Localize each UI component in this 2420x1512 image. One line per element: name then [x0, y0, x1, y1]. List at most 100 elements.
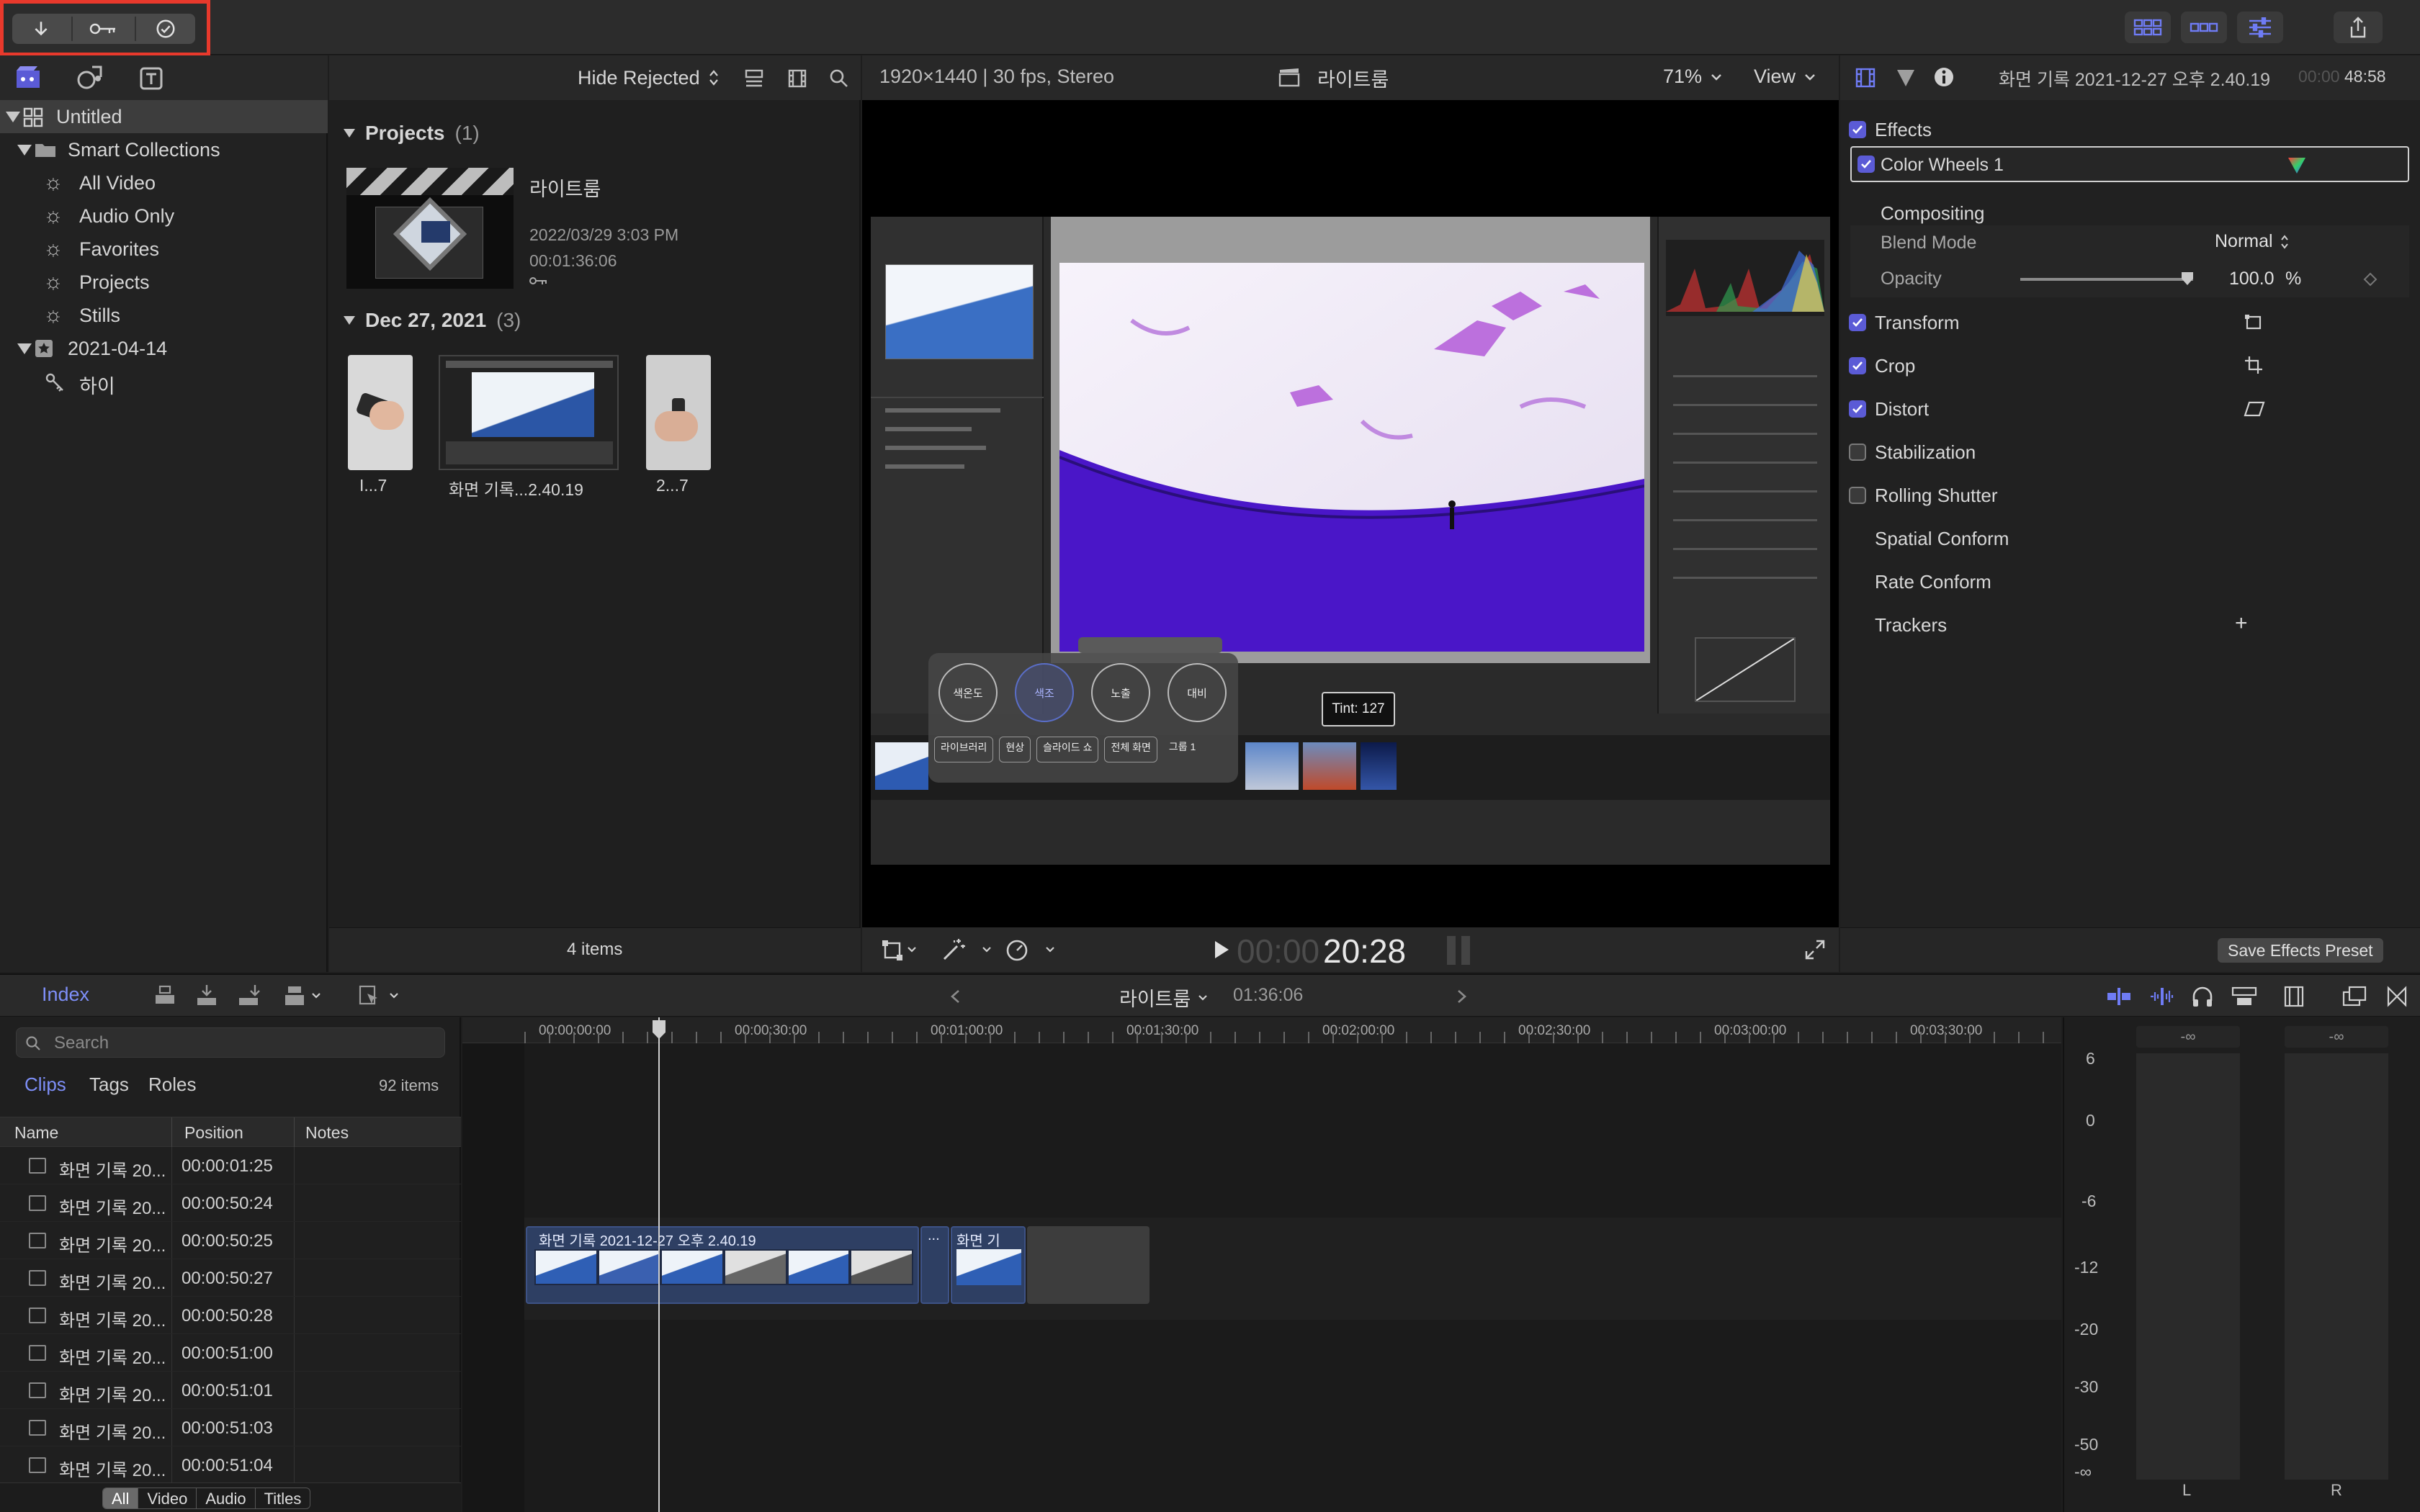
sidebar-item-favorites[interactable]: ☼ Favorites	[0, 233, 328, 266]
timeline-clip[interactable]: 화면 기록...	[951, 1226, 1026, 1304]
add-tracker-button[interactable]: +	[2235, 611, 2248, 636]
column-header-notes[interactable]: Notes	[305, 1123, 349, 1143]
inspector-toggle-icon[interactable]	[2237, 12, 2283, 43]
crop-onscreen-icon[interactable]	[2244, 355, 2264, 375]
clip-appearance-icon[interactable]	[744, 68, 764, 89]
overlay-tab[interactable]: 슬라이드 쇼	[1036, 737, 1099, 762]
connect-clip-icon[interactable]	[153, 984, 177, 1008]
timeline[interactable]: 00:00:00:00 00:00:30:00 00:01:00:00 00:0…	[462, 1017, 2061, 1512]
rolling-shutter-checkbox[interactable]	[1849, 487, 1866, 504]
titles-generators-tab-icon[interactable]	[137, 64, 166, 91]
overlay-button[interactable]: 노출	[1091, 663, 1150, 722]
table-row[interactable]: 화면 기록 20... 00:00:50:28	[0, 1297, 461, 1334]
photos-audio-tab-icon[interactable]	[76, 64, 104, 91]
sidebar-item-keyword[interactable]: 하이	[0, 365, 328, 398]
clip-thumbnail[interactable]	[439, 355, 619, 470]
spatial-conform-row[interactable]: Spatial Conform	[1840, 518, 2388, 561]
video-inspector-icon[interactable]	[1855, 67, 1876, 89]
timeline-clip[interactable]: 화면 기록 2021-12-27 오후 2.40.19	[526, 1226, 919, 1304]
retime-speedometer-icon[interactable]	[1005, 937, 1029, 962]
distort-checkbox[interactable]	[1849, 400, 1866, 418]
overlay-button[interactable]: 색온도	[938, 663, 998, 722]
back-chevron-icon[interactable]	[949, 989, 961, 1004]
download-arrow-icon[interactable]	[12, 14, 70, 44]
column-header-name[interactable]: Name	[14, 1123, 58, 1143]
table-row[interactable]: 화면 기록 20... 00:00:50:24	[0, 1184, 461, 1222]
trackers-row[interactable]: Trackers +	[1840, 604, 2388, 647]
index-tab[interactable]: Index	[42, 984, 89, 1006]
distort-onscreen-icon[interactable]	[2244, 400, 2265, 418]
transform-onscreen-icon[interactable]	[2244, 313, 2264, 332]
effects-row[interactable]: Effects	[1840, 109, 2388, 152]
table-row[interactable]: 화면 기록 20... 00:00:01:25	[0, 1147, 461, 1184]
clip-thumbnail[interactable]	[646, 355, 711, 470]
opacity-slider-knob[interactable]	[2182, 272, 2193, 285]
library-row[interactable]: Untitled	[0, 100, 328, 133]
sidebar-item-projects[interactable]: ☼ Projects	[0, 266, 328, 299]
chevron-down-icon[interactable]	[1045, 946, 1055, 953]
playhead[interactable]	[658, 1017, 660, 1512]
filter-popup[interactable]: Hide Rejected	[578, 66, 719, 90]
timeline-clip[interactable]: ...	[920, 1226, 949, 1304]
project-popup[interactable]: 라이트룸	[1119, 984, 1208, 1012]
chevron-down-icon[interactable]	[311, 992, 321, 999]
overlay-tab[interactable]: 그룹 1	[1163, 737, 1201, 762]
overlay-tab[interactable]: 전체 화면	[1104, 737, 1157, 762]
filter-all[interactable]: All	[103, 1488, 138, 1508]
transform-row[interactable]: Transform	[1840, 302, 2388, 345]
sidebar-item-audio-only[interactable]: ☼ Audio Only	[0, 199, 328, 233]
overwrite-clip-icon[interactable]	[282, 984, 307, 1008]
color-wheels-row[interactable]: Color Wheels 1	[1850, 146, 2409, 182]
table-row[interactable]: 화면 기록 20... 00:00:51:03	[0, 1409, 461, 1446]
browser-toggle-icon[interactable]	[2125, 12, 2171, 43]
zoom-popup[interactable]: 71%	[1663, 66, 1722, 88]
audio-skimming-icon[interactable]	[2149, 986, 2175, 1007]
event-section-header[interactable]: Dec 27, 2021 (3)	[344, 309, 521, 332]
forward-chevron-icon[interactable]	[1456, 989, 1468, 1004]
overlay-button[interactable]: 대비	[1168, 663, 1227, 722]
sidebar-item-event[interactable]: 2021-04-14	[0, 332, 328, 365]
column-header-position[interactable]: Position	[184, 1123, 243, 1143]
play-icon[interactable]	[1212, 939, 1231, 960]
chevron-down-icon[interactable]	[982, 946, 992, 953]
table-row[interactable]: 화면 기록 20... 00:00:51:01	[0, 1372, 461, 1409]
filter-titles[interactable]: Titles	[254, 1488, 310, 1508]
tab-tags[interactable]: Tags	[89, 1074, 129, 1096]
info-icon[interactable]	[1932, 66, 1955, 89]
sidebar-item-smart-collections[interactable]: Smart Collections	[0, 133, 328, 166]
filter-audio[interactable]: Audio	[196, 1488, 254, 1508]
projects-section-header[interactable]: Projects (1)	[344, 122, 480, 145]
stabilization-checkbox[interactable]	[1849, 444, 1866, 461]
filmstrip-icon[interactable]	[2283, 985, 2305, 1008]
overlay-tab[interactable]: 현상	[999, 737, 1031, 762]
crop-row[interactable]: Crop	[1840, 345, 2388, 388]
filmstrip-icon[interactable]	[787, 68, 807, 89]
transitions-browser-icon[interactable]	[2385, 985, 2408, 1008]
color-inspector-icon[interactable]	[1895, 67, 1917, 89]
search-icon[interactable]	[829, 68, 849, 89]
sidebar-item-stills[interactable]: ☼ Stills	[0, 299, 328, 332]
chevron-down-icon[interactable]	[389, 992, 399, 999]
color-wheels-checkbox[interactable]	[1857, 156, 1875, 173]
timeline-ruler[interactable]: 00:00:00:00 00:00:30:00 00:01:00:00 00:0…	[462, 1017, 2061, 1043]
color-triangle-icon[interactable]	[2287, 155, 2307, 175]
key-icon[interactable]	[73, 14, 133, 44]
overlay-tab[interactable]: 라이브러리	[934, 737, 994, 762]
select-tool-icon[interactable]	[357, 984, 382, 1008]
crop-checkbox[interactable]	[1849, 357, 1866, 374]
headphones-icon[interactable]	[2191, 985, 2214, 1008]
table-row[interactable]: 화면 기록 20... 00:00:50:25	[0, 1222, 461, 1259]
video-skimming-icon[interactable]	[2106, 986, 2132, 1007]
libraries-tab-icon[interactable]	[14, 65, 42, 91]
search-input[interactable]: Search	[16, 1027, 445, 1058]
magic-wand-icon[interactable]	[941, 937, 966, 962]
filter-video[interactable]: Video	[138, 1488, 196, 1508]
tab-clips[interactable]: Clips	[24, 1074, 66, 1096]
table-row[interactable]: 화면 기록 20... 00:00:51:00	[0, 1334, 461, 1372]
clip-thumbnail[interactable]	[348, 355, 413, 470]
checkmark-circle-icon[interactable]	[136, 14, 195, 44]
table-row[interactable]: 화면 기록 20... 00:00:50:27	[0, 1259, 461, 1297]
fullscreen-icon[interactable]	[1804, 939, 1826, 960]
transform-checkbox[interactable]	[1849, 314, 1866, 331]
stabilization-row[interactable]: Stabilization	[1840, 431, 2388, 474]
